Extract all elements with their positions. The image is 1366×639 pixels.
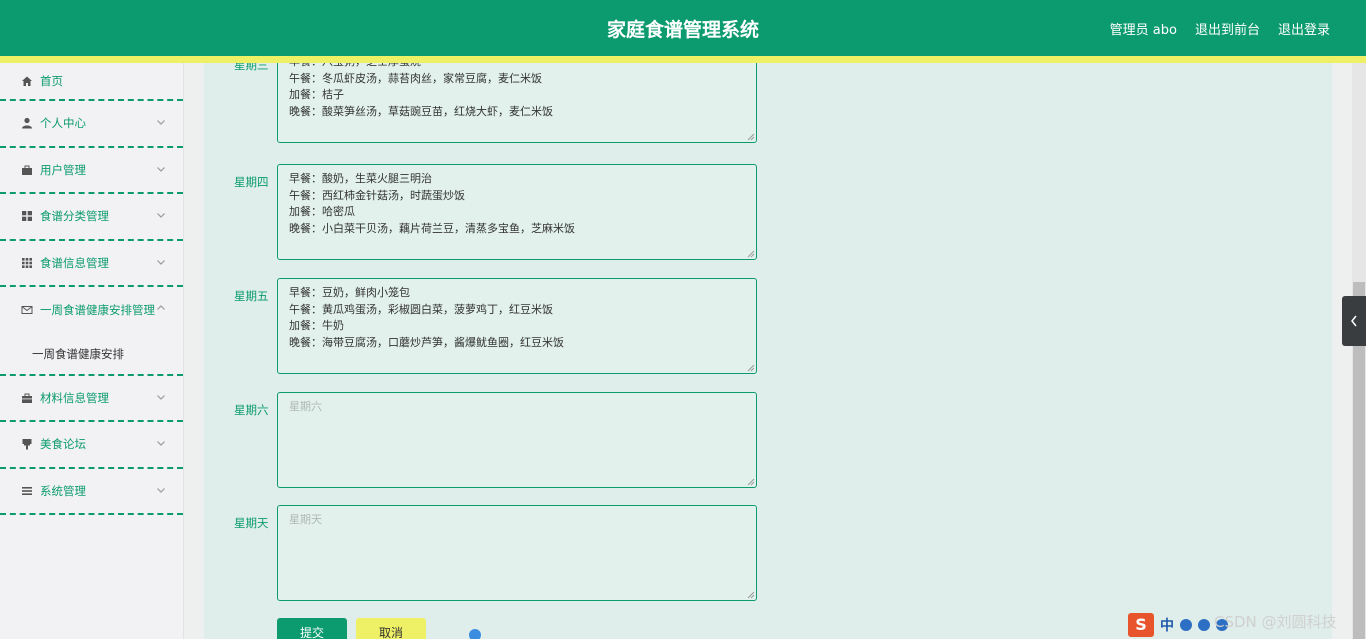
briefcase-icon bbox=[20, 163, 33, 176]
chevron-down-icon bbox=[157, 394, 165, 400]
cursor-indicator bbox=[469, 629, 481, 639]
sidebar-item-label: 食谱信息管理 bbox=[40, 255, 109, 270]
main-content: 星期三 早餐：八宝粥，芝士厚蛋烧 午餐：冬瓜虾皮汤，蒜苔肉丝，家常豆腐，麦仁米饭… bbox=[204, 63, 1332, 639]
sidebar-item-label: 个人中心 bbox=[40, 116, 86, 131]
chevron-down-icon bbox=[157, 166, 165, 172]
user-icon bbox=[20, 117, 33, 130]
cancel-button[interactable]: 取消 bbox=[356, 618, 426, 639]
sidebar-item-weekly-plan[interactable]: 一周食谱健康安排管理 bbox=[0, 287, 183, 334]
resize-grip-icon[interactable] bbox=[747, 478, 755, 486]
sidebar-item-label: 一周食谱健康安排管理 bbox=[40, 303, 155, 318]
field-label: 星期六 bbox=[234, 403, 269, 417]
resize-grip-icon[interactable] bbox=[747, 133, 755, 141]
saturday-textarea[interactable]: 星期六 bbox=[277, 392, 757, 488]
header-links: 管理员 abo 退出到前台 退出登录 bbox=[1110, 19, 1330, 38]
chevron-down-icon bbox=[157, 213, 165, 218]
sidebar-item-user-management[interactable]: 用户管理 bbox=[0, 148, 183, 194]
sidebar-item-label: 美食论坛 bbox=[40, 437, 86, 452]
sidebar-item-system-management[interactable]: 系统管理 bbox=[0, 469, 183, 515]
top-header: 家庭食谱管理系统 管理员 abo 退出到前台 退出登录 bbox=[0, 0, 1366, 56]
chevron-down-icon bbox=[157, 120, 165, 125]
sogou-logo-icon: S bbox=[1128, 613, 1154, 637]
sidebar-item-label: 首页 bbox=[40, 74, 63, 88]
logout-link[interactable]: 退出登录 bbox=[1278, 19, 1330, 38]
mail-icon bbox=[20, 304, 33, 317]
emoji-icon[interactable] bbox=[1180, 619, 1192, 631]
chevron-down-icon bbox=[157, 259, 165, 265]
mic-icon[interactable] bbox=[1198, 619, 1210, 631]
side-panel-toggle[interactable] bbox=[1342, 296, 1366, 346]
chevron-down-icon bbox=[157, 441, 165, 446]
field-label: 星期四 bbox=[234, 175, 269, 189]
field-label: 星期五 bbox=[234, 289, 269, 303]
sidebar-item-recipe-category[interactable]: 食谱分类管理 bbox=[0, 194, 183, 241]
sidebar-item-label: 系统管理 bbox=[40, 483, 86, 498]
sidebar-subitem-weekly-plan[interactable]: 一周食谱健康安排 bbox=[0, 334, 183, 376]
sidebar-item-material-info[interactable]: 材料信息管理 bbox=[0, 376, 183, 422]
watermark-text: CSDN @刘圆科技 bbox=[1214, 613, 1337, 631]
list-icon bbox=[20, 484, 33, 497]
ime-language[interactable]: 中 bbox=[1160, 615, 1174, 635]
chevron-up-icon bbox=[157, 305, 165, 310]
header-accent-bar bbox=[0, 56, 1366, 63]
sidebar-item-food-forum[interactable]: 美食论坛 bbox=[0, 422, 183, 469]
sidebar-subitem-label: 一周食谱健康安排 bbox=[32, 346, 124, 361]
resize-grip-icon[interactable] bbox=[747, 591, 755, 599]
sidebar-item-recipe-info[interactable]: 食谱信息管理 bbox=[0, 241, 183, 287]
brush-icon bbox=[20, 438, 33, 451]
resize-grip-icon[interactable] bbox=[747, 364, 755, 372]
sidebar-item-personal-center[interactable]: 个人中心 bbox=[0, 101, 183, 148]
sidebar: 首页 个人中心 用户管理 食谱分类管理 食谱信息管理 一周食谱健康安排管理 一周… bbox=[0, 63, 184, 639]
sunday-textarea[interactable]: 星期天 bbox=[277, 505, 757, 601]
thursday-textarea[interactable]: 早餐：酸奶，生菜火腿三明治 午餐：西红柿金针菇汤，时蔬蛋炒饭 加餐：哈密瓜 晚餐… bbox=[277, 164, 757, 260]
field-label: 星期天 bbox=[234, 516, 269, 530]
admin-label[interactable]: 管理员 abo bbox=[1110, 19, 1177, 38]
sidebar-item-home[interactable]: 首页 bbox=[0, 63, 183, 101]
sidebar-item-label: 食谱分类管理 bbox=[40, 209, 109, 224]
apps-icon bbox=[20, 256, 33, 269]
grid-icon bbox=[20, 210, 33, 223]
toolbox-icon bbox=[20, 391, 33, 404]
wednesday-textarea[interactable]: 早餐：八宝粥，芝士厚蛋烧 午餐：冬瓜虾皮汤，蒜苔肉丝，家常豆腐，麦仁米饭 加餐：… bbox=[277, 63, 757, 143]
home-icon bbox=[20, 75, 33, 88]
chevron-down-icon bbox=[157, 487, 165, 493]
chevron-left-icon bbox=[1351, 315, 1357, 327]
sidebar-item-label: 材料信息管理 bbox=[40, 390, 109, 405]
sidebar-item-label: 用户管理 bbox=[40, 162, 86, 177]
field-label: 星期三 bbox=[234, 63, 269, 72]
submit-button[interactable]: 提交 bbox=[277, 618, 347, 639]
resize-grip-icon[interactable] bbox=[747, 250, 755, 258]
friday-textarea[interactable]: 早餐：豆奶，鲜肉小笼包 午餐：黄瓜鸡蛋汤，彩椒圆白菜，菠萝鸡丁，红豆米饭 加餐：… bbox=[277, 278, 757, 374]
back-to-front-link[interactable]: 退出到前台 bbox=[1195, 19, 1260, 38]
